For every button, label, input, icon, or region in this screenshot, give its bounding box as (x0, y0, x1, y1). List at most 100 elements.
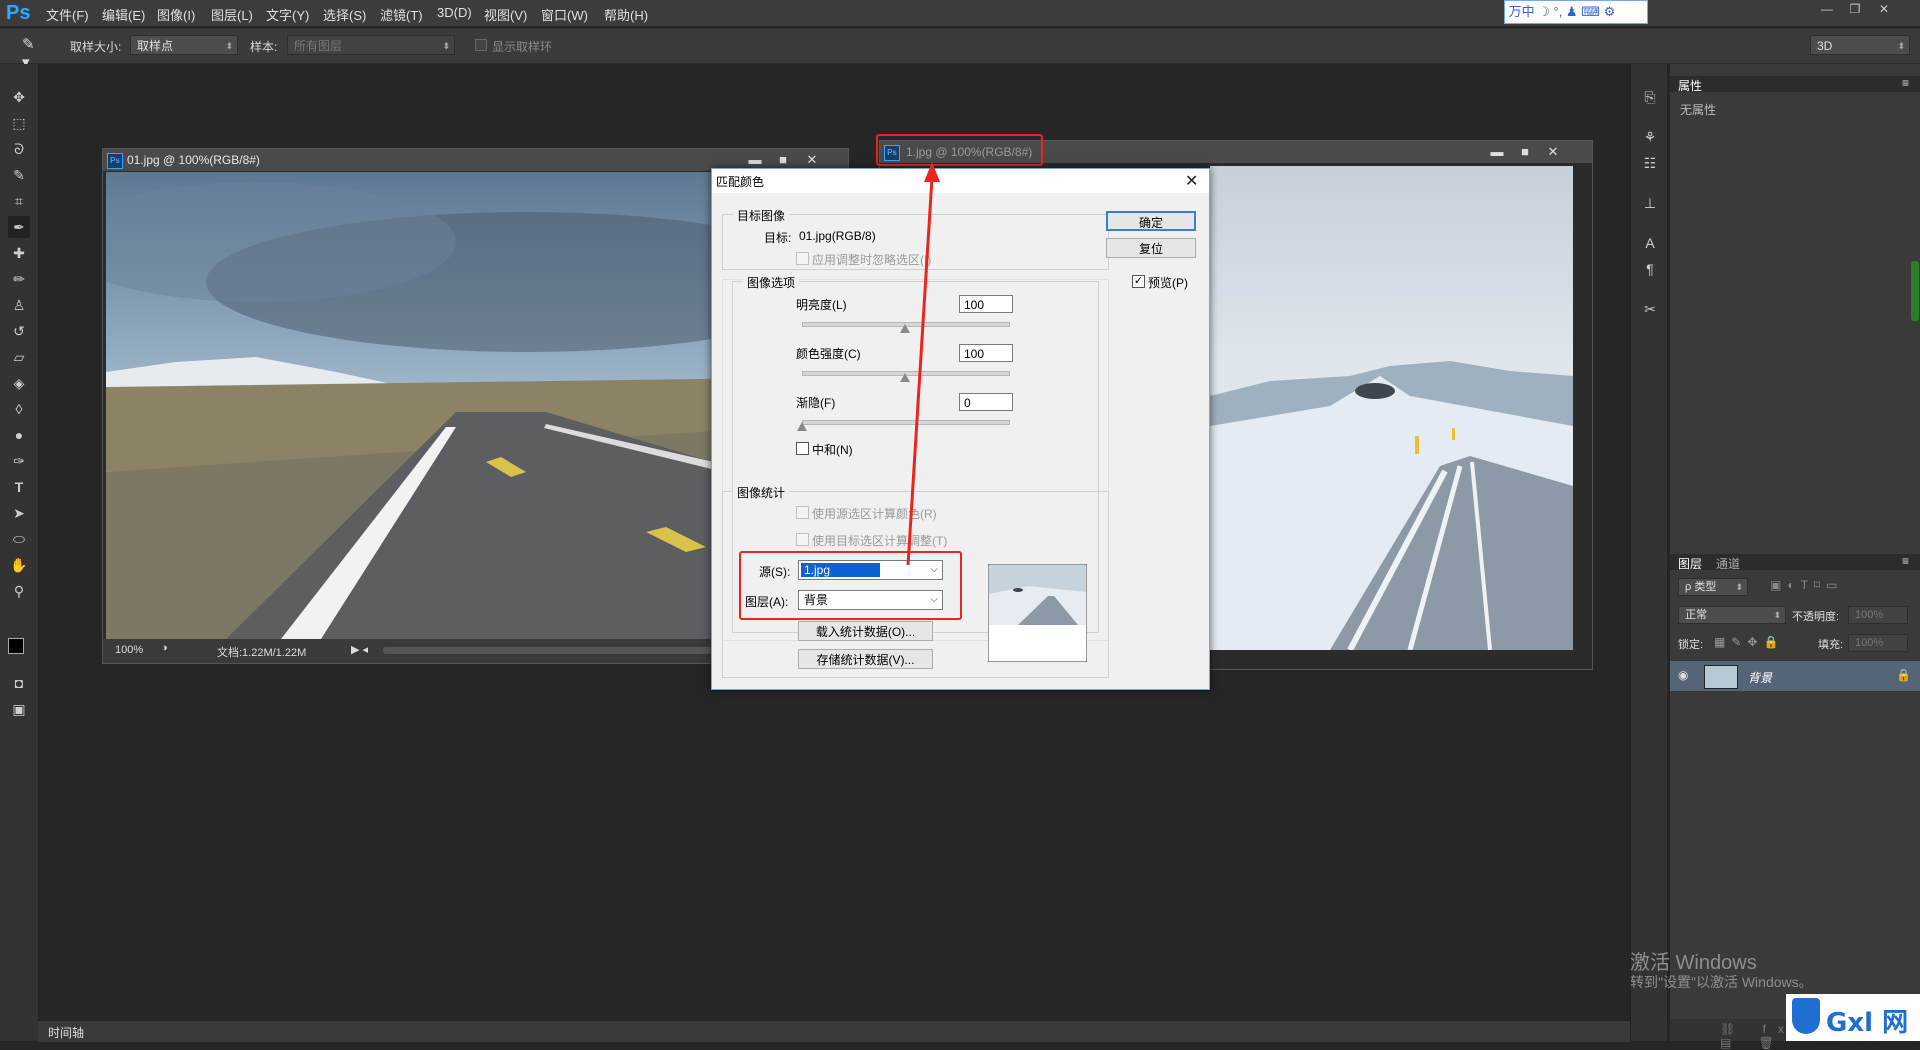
layer-row[interactable]: ◉ 背景 🔒 (1670, 661, 1920, 691)
workspace-select[interactable]: 3D ⬍ (1810, 35, 1910, 55)
quick-mask-icon[interactable]: ◘ (8, 672, 30, 694)
timeline-tab[interactable]: 时间轴 (48, 1024, 84, 1041)
status-menu-arrow-icon[interactable]: ▶ ◂ (351, 643, 368, 656)
layer-filter-icons[interactable]: ▣◐T⌑▭ (1770, 578, 1843, 592)
history-panel-icon[interactable]: ⎘ (1639, 86, 1661, 108)
screen-mode-icon[interactable]: ▣ (8, 698, 30, 720)
use-target-selection-checkbox[interactable] (796, 533, 809, 546)
color-intensity-slider-thumb[interactable] (900, 373, 910, 382)
eyedropper-preset-icon[interactable]: ✎ ▾ (22, 35, 44, 71)
lock-icon: 🔒 (1896, 668, 1911, 682)
panel-scrollbar[interactable] (1911, 261, 1919, 321)
menu-filter[interactable]: 滤镜(T) (380, 5, 423, 24)
blur-tool-icon[interactable]: ◊ (8, 398, 30, 420)
lock-icons[interactable]: ▦✎✥🔒 (1714, 635, 1784, 649)
fade-input[interactable]: 0 (959, 393, 1013, 411)
brush-tool-icon[interactable]: ✏ (8, 268, 30, 290)
menu-file[interactable]: 文件(F) (46, 5, 89, 24)
ellipse-tool-icon[interactable]: ⬭ (8, 528, 30, 550)
dialog-close-icon[interactable]: ✕ (1185, 171, 1198, 191)
luminance-input[interactable]: 100 (959, 295, 1013, 313)
crop-tool-icon[interactable]: ⌗ (8, 190, 30, 212)
hand-tool-icon[interactable]: ✋ (8, 554, 30, 576)
menu-help[interactable]: 帮助(H) (604, 5, 648, 24)
eyedropper-tool-icon[interactable]: ✒ (8, 216, 30, 238)
channels-tab[interactable]: 通道 (1716, 555, 1740, 572)
sample-size-select[interactable]: 取样点 ⬍ (130, 35, 238, 55)
lasso-tool-icon[interactable]: ᘐ (8, 138, 30, 160)
opacity-input[interactable]: 100% (1848, 606, 1908, 624)
menu-layer[interactable]: 图层(L) (211, 5, 253, 24)
shield-logo-icon (1792, 998, 1820, 1034)
ime-toolbar[interactable]: 万中 ☽ °, ♟ ⌨ ⚙ (1504, 0, 1648, 24)
snow-road-photo-canvas[interactable] (1210, 166, 1573, 650)
preview-checkbox[interactable]: ✓ (1132, 275, 1145, 288)
panel-dock: ⎘ ⚘ ☷ ⊥ A ¶ ✂ (1630, 64, 1667, 1041)
zoom-level[interactable]: 100% (115, 644, 143, 656)
properties-tab[interactable]: 属性 (1678, 77, 1702, 94)
quick-select-tool-icon[interactable]: ✎ (8, 164, 30, 186)
fade-slider-track[interactable] (802, 420, 1010, 425)
panel-menu-icon[interactable]: ≡ (1902, 554, 1909, 568)
menu-image[interactable]: 图像(I) (157, 5, 195, 24)
dialog-title-bar[interactable]: 匹配颜色 ✕ (712, 169, 1209, 193)
foreground-color-swatch[interactable] (8, 638, 24, 654)
path-select-tool-icon[interactable]: ➤ (8, 502, 30, 524)
close-icon[interactable]: ✕ (1872, 2, 1896, 18)
history-brush-tool-icon[interactable]: ↺ (8, 320, 30, 342)
status-info-icon[interactable]: ◑ (161, 642, 168, 654)
load-statistics-button[interactable]: 载入统计数据(O)... (798, 621, 933, 641)
paragraph-panel-icon[interactable]: ¶ (1639, 258, 1661, 280)
move-tool-icon[interactable]: ✥ (8, 86, 30, 108)
luminance-slider-thumb[interactable] (900, 324, 910, 333)
menu-select[interactable]: 选择(S) (323, 5, 366, 24)
image-statistics-label: 图像统计 (733, 484, 790, 501)
fill-input[interactable]: 100% (1848, 634, 1908, 652)
close-icon[interactable]: ✕ (1540, 141, 1566, 163)
layer-name[interactable]: 背景 (1748, 669, 1772, 686)
color-intensity-input[interactable]: 100 (959, 344, 1013, 362)
use-source-selection-checkbox[interactable] (796, 506, 809, 519)
dodge-tool-icon[interactable]: ● (8, 424, 30, 446)
fade-slider-thumb[interactable] (797, 422, 807, 431)
sample-select[interactable]: 所有图层 ⬍ (287, 35, 455, 55)
menu-edit[interactable]: 编辑(E) (102, 5, 145, 24)
ignore-selection-checkbox[interactable] (796, 252, 809, 265)
neutralize-checkbox[interactable] (796, 442, 809, 455)
photoshop-logo: Ps (6, 2, 31, 24)
character-panel-icon[interactable]: A (1639, 232, 1661, 254)
clone-stamp-tool-icon[interactable]: ♙ (8, 294, 30, 316)
minimize-icon[interactable]: — (1815, 2, 1839, 18)
panel-menu-icon[interactable]: ≡ (1902, 76, 1909, 90)
adjustments-panel-icon[interactable]: ☷ (1639, 152, 1661, 174)
zoom-tool-icon[interactable]: ⚲ (8, 580, 30, 602)
menu-type[interactable]: 文字(Y) (266, 5, 309, 24)
luminance-label: 明亮度(L) (796, 298, 847, 312)
healing-brush-tool-icon[interactable]: ✚ (8, 242, 30, 264)
menu-view[interactable]: 视图(V) (484, 5, 527, 24)
sample-label: 样本: (250, 40, 278, 54)
ps-file-icon: Ps (107, 153, 123, 169)
menu-window[interactable]: 窗口(W) (541, 5, 588, 24)
eraser-tool-icon[interactable]: ▱ (8, 346, 30, 368)
visibility-eye-icon[interactable]: ◉ (1678, 668, 1688, 682)
layer-filter-select[interactable]: ρ 类型 ⬍ (1678, 578, 1748, 596)
tool-presets-panel-icon[interactable]: ✂ (1639, 298, 1661, 320)
blend-mode-select[interactable]: 正常 ⬍ (1678, 606, 1786, 624)
minimize-icon[interactable]: ▬ (1484, 141, 1510, 163)
clone-source-panel-icon[interactable]: ⊥ (1639, 192, 1661, 214)
brush-panel-icon[interactable]: ⚘ (1639, 126, 1661, 148)
restore-icon[interactable]: ❐ (1843, 2, 1867, 18)
ignore-selection-label: 应用调整时忽略选区(I) (812, 253, 932, 267)
reset-button[interactable]: 复位 (1106, 238, 1196, 258)
pen-tool-icon[interactable]: ✑ (8, 450, 30, 472)
layers-tab[interactable]: 图层 (1678, 555, 1702, 572)
marquee-tool-icon[interactable]: ⬚ (8, 112, 30, 134)
maximize-icon[interactable]: ■ (1512, 141, 1538, 163)
type-tool-icon[interactable]: T (8, 476, 30, 498)
paint-bucket-tool-icon[interactable]: ◈ (8, 372, 30, 394)
save-statistics-button[interactable]: 存储统计数据(V)... (798, 649, 933, 669)
menu-3d[interactable]: 3D(D) (437, 5, 472, 20)
show-ring-checkbox[interactable] (475, 39, 487, 51)
ok-button[interactable]: 确定 (1106, 211, 1196, 231)
